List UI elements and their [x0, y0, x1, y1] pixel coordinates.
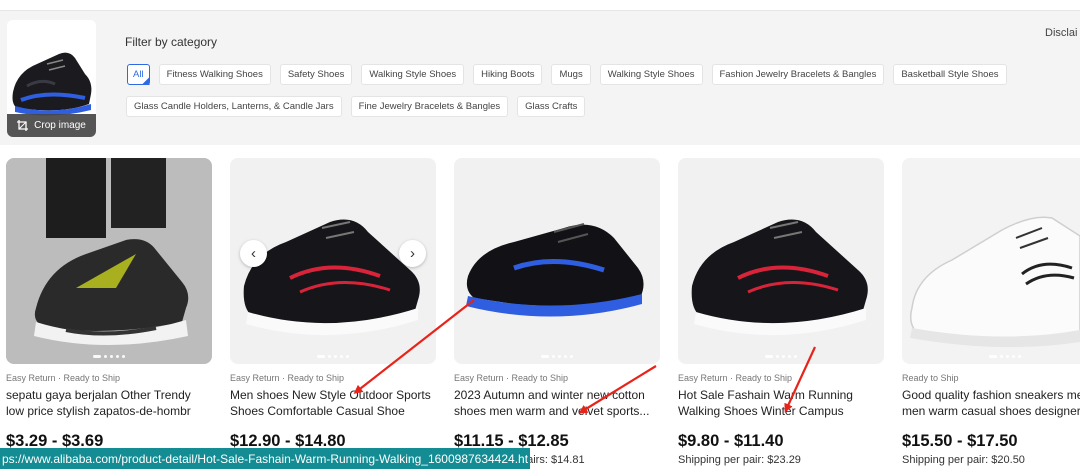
product-shoe-image	[6, 158, 212, 364]
category-chip-all[interactable]: All	[127, 64, 150, 85]
product-title[interactable]: Hot Sale Fashain Warm Running Walking Sh…	[678, 388, 884, 419]
product-card[interactable]: Easy Return · Ready to Ship Hot Sale Fas…	[678, 158, 884, 466]
carousel-prev-button[interactable]: ‹	[240, 240, 267, 267]
product-image[interactable]	[454, 158, 660, 364]
category-chip[interactable]: Safety Shoes	[279, 64, 353, 85]
product-badges: Easy Return · Ready to Ship	[678, 373, 793, 383]
search-image-thumbnail[interactable]: Crop image	[7, 20, 96, 137]
product-price: $15.50 - $17.50	[902, 432, 1018, 450]
category-chip[interactable]: Walking Style Shoes	[361, 64, 465, 85]
filter-title: Filter by category	[125, 35, 218, 49]
product-price: $9.80 - $11.40	[678, 432, 784, 450]
product-badges: Ready to Ship	[902, 373, 959, 383]
product-shoe-image	[902, 158, 1080, 364]
product-shoe-image	[454, 158, 660, 364]
crop-image-button[interactable]: Crop image	[7, 114, 96, 137]
image-pagination-dots	[678, 355, 884, 358]
chevron-left-icon: ‹	[251, 245, 256, 262]
disclaimer-link[interactable]: Disclai	[1045, 27, 1077, 39]
image-pagination-dots	[902, 355, 1080, 358]
product-image[interactable]: ‹ ›	[230, 158, 436, 364]
product-badges: Easy Return · Ready to Ship	[230, 373, 345, 383]
product-title[interactable]: Men shoes New Style Outdoor Sports Shoes…	[230, 388, 436, 419]
category-chip[interactable]: Walking Style Shoes	[599, 64, 703, 85]
category-chip[interactable]: Fitness Walking Shoes	[158, 64, 271, 85]
image-pagination-dots	[6, 355, 212, 358]
chevron-right-icon: ›	[410, 245, 415, 262]
product-badges: Easy Return · Ready to Ship	[454, 373, 569, 383]
category-chip[interactable]: Fashion Jewelry Bracelets & Bangles	[711, 64, 885, 85]
category-chip[interactable]: Hiking Boots	[473, 64, 543, 85]
product-image[interactable]	[6, 158, 212, 364]
product-title[interactable]: sepatu gaya berjalan Other Trendy low pr…	[6, 388, 212, 419]
product-badges: Easy Return · Ready to Ship	[6, 373, 121, 383]
category-chip[interactable]: Glass Candle Holders, Lanterns, & Candle…	[126, 96, 342, 117]
category-chip[interactable]: Glass Crafts	[517, 96, 586, 117]
crop-icon	[17, 120, 29, 131]
chip-label: All	[133, 69, 144, 80]
product-card[interactable]: ‹ › Easy Return · Ready to Ship Men shoe…	[230, 158, 436, 451]
shipping-cost: Shipping per pair: $20.50	[902, 454, 1025, 466]
product-title[interactable]: Good quality fashion sneakers men men wa…	[902, 388, 1080, 419]
category-chips-row-2: Glass Candle Holders, Lanterns, & Candle…	[126, 96, 586, 117]
crop-image-label: Crop image	[34, 120, 86, 131]
image-pagination-dots	[230, 355, 436, 358]
category-chip[interactable]: Mugs	[551, 64, 591, 85]
product-image[interactable]	[678, 158, 884, 364]
product-card[interactable]: Easy Return · Ready to Ship 2023 Autumn …	[454, 158, 660, 466]
shipping-cost: Shipping per pair: $23.29	[678, 454, 801, 466]
status-bar-url: ps://www.alibaba.com/product-detail/Hot-…	[0, 448, 531, 469]
image-pagination-dots	[454, 355, 660, 358]
product-title[interactable]: 2023 Autumn and winter new cotton shoes …	[454, 388, 660, 419]
carousel-next-button[interactable]: ›	[399, 240, 426, 267]
product-card[interactable]: Ready to Ship Good quality fashion sneak…	[902, 158, 1080, 466]
category-chip[interactable]: Fine Jewelry Bracelets & Bangles	[350, 96, 509, 117]
product-shoe-image	[678, 158, 884, 364]
product-image[interactable]	[902, 158, 1080, 364]
product-card[interactable]: Easy Return · Ready to Ship sepatu gaya …	[6, 158, 212, 451]
category-chips-row-1: All Fitness Walking Shoes Safety Shoes W…	[127, 64, 1007, 85]
category-chip[interactable]: Basketball Style Shoes	[893, 64, 1007, 85]
